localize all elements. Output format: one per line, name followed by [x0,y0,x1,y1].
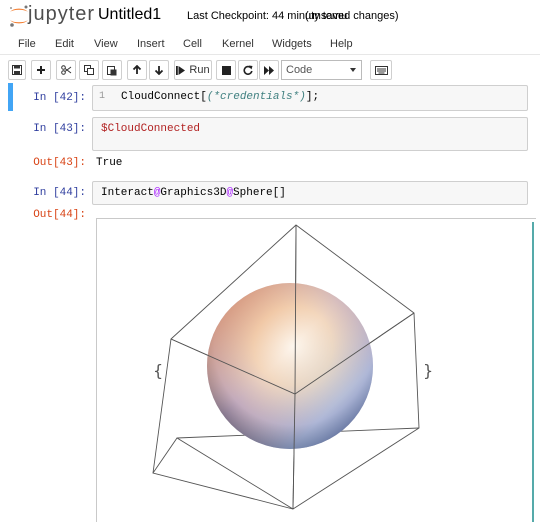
stop-icon [221,65,231,75]
move-up-button[interactable] [127,60,147,80]
code-function: Interact [101,187,154,199]
restart-run-all-button[interactable] [259,60,279,80]
cell-output-text: True [96,157,123,169]
notebook-title[interactable]: Untitled1 [98,6,161,24]
input-prompt: In [42]: [33,92,86,104]
output-right-brace: } [423,361,433,380]
code-function: Graphics3D [160,187,227,199]
menu-cell[interactable]: Cell [183,38,202,50]
arrow-down-icon [154,66,164,75]
output-scrollbar[interactable] [532,222,534,522]
jupyter-logo-text: jupyter [28,3,96,25]
autosave-status: (unsaved changes) [305,10,399,22]
code-function: CloudConnect[ [121,91,207,103]
paste-icon [107,65,117,75]
run-label: Run [189,64,210,76]
paste-button[interactable] [102,60,122,80]
output-left-brace: { [153,361,163,380]
arrow-up-icon [132,65,142,74]
fast-forward-icon [263,65,274,75]
input-prompt: In [44]: [33,187,86,199]
cut-button[interactable] [56,60,76,80]
line-number: 1 [99,91,106,102]
code-cell-input[interactable]: Interact@Graphics3D@Sphere[] [92,181,528,205]
refresh-icon [243,65,253,75]
output-prompt: Out[44]: [33,209,86,221]
run-button[interactable]: Run [174,60,212,80]
menu-insert[interactable]: Insert [137,38,165,50]
interrupt-kernel-button[interactable] [216,60,236,80]
save-icon [12,65,22,75]
menu-view[interactable]: View [94,38,118,50]
code-line: $CloudConnected [101,123,201,135]
scissors-icon [60,65,71,75]
save-button[interactable] [8,60,26,80]
code-function: Sphere[] [233,187,286,199]
code-cell-input[interactable]: $CloudConnected [92,117,528,151]
move-down-button[interactable] [149,60,169,80]
insert-cell-button[interactable] [31,60,51,80]
plus-icon [37,66,45,74]
restart-kernel-button[interactable] [238,60,258,80]
toolbar: Run Code [0,55,540,85]
chevron-down-icon [350,68,356,72]
code-cell-input[interactable]: 1 CloudConnect[(*credentials*)]; [92,85,528,111]
copy-button[interactable] [79,60,99,80]
code-line: CloudConnect[(*credentials*)]; [121,91,319,103]
graphics3d-output[interactable]: { } [96,218,536,522]
menubar: File Edit View Insert Cell Kernel Widget… [0,35,540,55]
cell-type-select[interactable]: Code [281,60,362,80]
input-prompt: In [43]: [33,123,86,135]
keyboard-icon [374,65,388,75]
step-forward-icon [176,65,186,75]
copy-icon [84,65,94,75]
sphere-3d-plot[interactable]: { } [97,219,537,522]
menu-edit[interactable]: Edit [55,38,74,50]
output-prompt: Out[43]: [33,157,86,169]
menu-file[interactable]: File [18,38,36,50]
menu-kernel[interactable]: Kernel [222,38,254,50]
code-suffix: ]; [305,91,320,103]
menu-help[interactable]: Help [330,38,353,50]
menu-widgets[interactable]: Widgets [272,38,312,50]
notebook-header: jupyter Untitled1 Last Checkpoint: 44 mi… [0,0,540,32]
code-line: Interact@Graphics3D@Sphere[] [101,187,286,199]
command-palette-button[interactable] [370,60,392,80]
code-comment: (*credentials*) [206,91,306,103]
cell-type-value: Code [286,64,313,76]
